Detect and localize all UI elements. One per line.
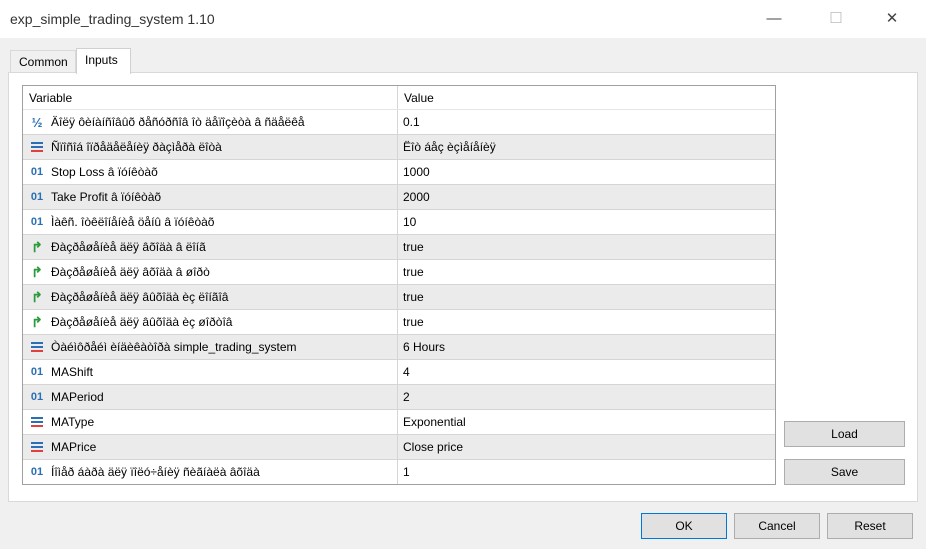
table-row[interactable]: MAPrice Close price <box>23 435 775 460</box>
table-row[interactable]: ↱ Ðàçðåøåíèå äëÿ âûõîäà èç ëîíãîâ true <box>23 285 775 310</box>
header-value[interactable]: Value <box>398 86 775 109</box>
variable-cell: Òàéìôðåéì èíäèêàòîðà simple_trading_syst… <box>23 335 398 359</box>
maximize-button[interactable]: ☐ <box>816 6 856 32</box>
variable-name: Ðàçðåøåíèå äëÿ âõîäà â ëîíã <box>51 240 206 254</box>
variable-cell: ½ Äîëÿ ôèíàíñîâûõ ðåñóðñîâ îò äåïîçèòà â … <box>23 110 398 134</box>
variable-name: Ðàçðåøåíèå äëÿ âõîäà â øîðò <box>51 265 210 279</box>
boolean-arrow-icon: ↱ <box>31 288 43 305</box>
ok-button[interactable]: OK <box>641 513 727 539</box>
variable-cell: MAPrice <box>23 435 398 459</box>
variable-cell: 01 MAShift <box>23 360 398 384</box>
table-header: Variable Value <box>23 86 775 110</box>
minimize-button[interactable]: — <box>754 6 794 32</box>
integer-icon: 01 <box>30 191 44 203</box>
variable-name: MAType <box>51 415 95 429</box>
variable-cell: ↱ Ðàçðåøåíèå äëÿ âûõîäà èç øîðòîâ <box>23 310 398 334</box>
table-row[interactable]: 01 MAPeriod 2 <box>23 385 775 410</box>
table-row[interactable]: 01 Íîìåð áàðà äëÿ ïîëó÷åíèÿ ñèãíàëà âõîäà… <box>23 460 775 484</box>
integer-icon: 01 <box>30 216 44 228</box>
variable-name: MAPeriod <box>51 390 104 404</box>
integer-icon: 01 <box>30 366 44 378</box>
value-cell[interactable]: true <box>398 310 775 334</box>
enum-icon <box>27 439 47 455</box>
tab-common[interactable]: Common <box>10 50 76 73</box>
table-row[interactable]: 01 MAShift 4 <box>23 360 775 385</box>
value-cell[interactable]: true <box>398 285 775 309</box>
value-cell[interactable]: true <box>398 260 775 284</box>
reset-button[interactable]: Reset <box>827 513 913 539</box>
integer-icon: 01 <box>30 166 44 178</box>
variable-cell: ↱ Ðàçðåøåíèå äëÿ âõîäà â ëîíã <box>23 235 398 259</box>
table-row[interactable]: 01 Ìàêñ. îòêëîíåíèå öåíû â ïóíêòàõ 10 <box>23 210 775 235</box>
table-row[interactable]: Òàéìôðåéì èíäèêàòîðà simple_trading_syst… <box>23 335 775 360</box>
variable-cell: 01 Stop Loss â ïóíêòàõ <box>23 160 398 184</box>
variable-cell: 01 MAPeriod <box>23 385 398 409</box>
save-button[interactable]: Save <box>784 459 905 485</box>
table-row[interactable]: MAType Exponential <box>23 410 775 435</box>
variable-cell: 01 Íîìåð áàðà äëÿ ïîëó÷åíèÿ ñèãíàëà âõîäà <box>23 460 398 484</box>
variable-name: Take Profit â ïóíêòàõ <box>51 190 162 204</box>
integer-icon: 01 <box>30 466 44 478</box>
value-cell[interactable]: 6 Hours <box>398 335 775 359</box>
value-cell[interactable]: 1 <box>398 460 775 484</box>
window-title: exp_simple_trading_system 1.10 <box>10 11 215 27</box>
boolean-arrow-icon: ↱ <box>31 263 43 280</box>
variable-name: Äîëÿ ôèíàíñîâûõ ðåñóðñîâ îò äåïîçèòà â ñ… <box>51 115 305 129</box>
variable-cell: ↱ Ðàçðåøåíèå äëÿ âõîäà â øîðò <box>23 260 398 284</box>
boolean-arrow-icon: ↱ <box>31 238 43 255</box>
variable-name: Òàéìôðåéì èíäèêàòîðà simple_trading_syst… <box>51 340 297 354</box>
value-cell[interactable]: 2000 <box>398 185 775 209</box>
variable-name: Ñïîñîá îïðåäåëåíèÿ ðàçìåðà ëîòà <box>51 140 222 154</box>
variable-name: Ìàêñ. îòêëîíåíèå öåíû â ïóíêòàõ <box>51 215 215 229</box>
table-row[interactable]: ↱ Ðàçðåøåíèå äëÿ âõîäà â ëîíã true <box>23 235 775 260</box>
fraction-icon: ½ <box>31 114 43 130</box>
load-button[interactable]: Load <box>784 421 905 447</box>
table-row[interactable]: ½ Äîëÿ ôèíàíñîâûõ ðåñóðñîâ îò äåïîçèòà â … <box>23 110 775 135</box>
variable-name: Íîìåð áàðà äëÿ ïîëó÷åíèÿ ñèãíàëà âõîäà <box>51 465 260 479</box>
cancel-button[interactable]: Cancel <box>734 513 820 539</box>
title-bar: exp_simple_trading_system 1.10 — ☐ ✕ <box>0 0 926 38</box>
value-cell[interactable]: 4 <box>398 360 775 384</box>
value-cell[interactable]: 2 <box>398 385 775 409</box>
value-cell[interactable]: Close price <box>398 435 775 459</box>
value-cell[interactable]: 1000 <box>398 160 775 184</box>
variable-cell: ↱ Ðàçðåøåíèå äëÿ âûõîäà èç ëîíãîâ <box>23 285 398 309</box>
integer-icon: 01 <box>30 391 44 403</box>
value-cell[interactable]: Exponential <box>398 410 775 434</box>
enum-icon <box>27 139 47 155</box>
enum-icon <box>27 339 47 355</box>
variable-cell: 01 Take Profit â ïóíêòàõ <box>23 185 398 209</box>
table-row[interactable]: 01 Stop Loss â ïóíêòàõ 1000 <box>23 160 775 185</box>
inputs-table: Variable Value ½ Äîëÿ ôèíàíñîâûõ ðåñóðñîâ… <box>22 85 776 485</box>
enum-icon <box>27 414 47 430</box>
variable-name: Ðàçðåøåíèå äëÿ âûõîäà èç øîðòîâ <box>51 315 233 329</box>
boolean-arrow-icon: ↱ <box>31 313 43 330</box>
variable-name: Stop Loss â ïóíêòàõ <box>51 165 158 179</box>
tab-inputs[interactable]: Inputs <box>76 48 131 74</box>
table-row[interactable]: Ñïîñîá îïðåäåëåíèÿ ðàçìåðà ëîòà Ëîò áåç è… <box>23 135 775 160</box>
value-cell[interactable]: true <box>398 235 775 259</box>
value-cell[interactable]: 10 <box>398 210 775 234</box>
variable-cell: Ñïîñîá îïðåäåëåíèÿ ðàçìåðà ëîòà <box>23 135 398 159</box>
table-row[interactable]: ↱ Ðàçðåøåíèå äëÿ âûõîäà èç øîðòîâ true <box>23 310 775 335</box>
value-cell[interactable]: 0.1 <box>398 110 775 134</box>
variable-cell: 01 Ìàêñ. îòêëîíåíèå öåíû â ïóíêòàõ <box>23 210 398 234</box>
table-row[interactable]: 01 Take Profit â ïóíêòàõ 2000 <box>23 185 775 210</box>
header-variable[interactable]: Variable <box>23 86 398 109</box>
variable-name: MAShift <box>51 365 94 379</box>
variable-name: Ðàçðåøåíèå äëÿ âûõîäà èç ëîíãîâ <box>51 290 229 304</box>
close-button[interactable]: ✕ <box>872 6 912 32</box>
table-row[interactable]: ↱ Ðàçðåøåíèå äëÿ âõîäà â øîðò true <box>23 260 775 285</box>
value-cell[interactable]: Ëîò áåç èçìåíåíèÿ <box>398 135 775 159</box>
variable-name: MAPrice <box>51 440 97 454</box>
variable-cell: MAType <box>23 410 398 434</box>
